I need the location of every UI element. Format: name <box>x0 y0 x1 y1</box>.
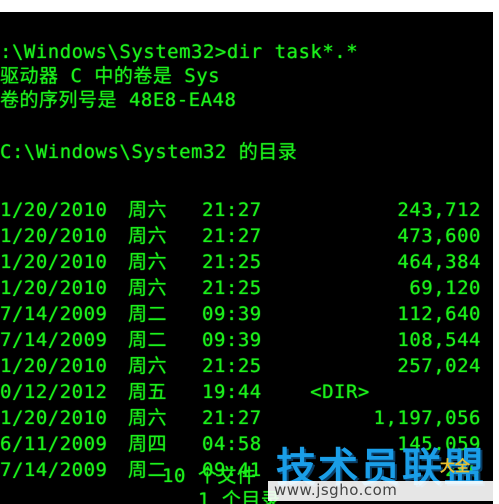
entry-date: 1/20/2010 <box>0 277 108 299</box>
entry-date: 7/14/2009 <box>0 459 108 481</box>
command-prompt-window[interactable]: :\Windows\System32>dir task*.* 驱动器 C 中的卷… <box>0 12 493 504</box>
entry-date: 1/20/2010 <box>0 407 108 429</box>
volume-label-line: 驱动器 C 中的卷是 Sys <box>0 65 221 87</box>
listing-row: 1/20/2010 周六 21:27 1,197,056 <box>0 406 493 430</box>
site-watermark: 技术员联盟 大全 www.jsgho.com <box>268 433 499 504</box>
entry-size: 473,600 <box>397 225 481 247</box>
entry-date: 6/11/2009 <box>0 433 108 455</box>
entry-weekday: 周四 <box>128 433 168 455</box>
entry-time: 21:25 <box>202 355 262 377</box>
entry-size: 243,712 <box>397 199 481 221</box>
entry-time: 04:58 <box>202 433 262 455</box>
listing-row: 1/20/2010 周六 21:25 464,384 <box>0 250 493 274</box>
entry-time: 21:25 <box>202 277 262 299</box>
entry-dir-marker: <DIR> <box>310 381 370 403</box>
file-count-summary: 10 个文件 <box>162 465 257 487</box>
entry-weekday: 周五 <box>128 381 168 403</box>
listing-row: 7/14/2009 周二 09:39 112,640 <box>0 302 493 326</box>
entry-weekday: 周六 <box>128 251 168 273</box>
watermark-subtitle: 大全 <box>440 457 471 475</box>
command-line: :\Windows\System32>dir task*.* <box>0 41 359 63</box>
entry-date: 1/20/2010 <box>0 199 108 221</box>
entry-date: 0/12/2012 <box>0 381 108 403</box>
entry-size: 108,544 <box>397 329 481 351</box>
entry-time: 09:39 <box>202 303 262 325</box>
entry-weekday: 周二 <box>128 303 168 325</box>
entry-weekday: 周六 <box>128 277 168 299</box>
watermark-url: www.jsgho.com <box>268 481 499 501</box>
entry-date: 7/14/2009 <box>0 329 108 351</box>
entry-date: 7/14/2009 <box>0 303 108 325</box>
entry-time: 19:44 <box>202 381 262 403</box>
listing-row: 1/20/2010 周六 21:27 243,712 <box>0 198 493 222</box>
entry-size: 69,120 <box>409 277 481 299</box>
entry-weekday: 周六 <box>128 407 168 429</box>
entry-date: 1/20/2010 <box>0 225 108 247</box>
listing-row: 1/20/2010 周六 21:27 473,600 <box>0 224 493 248</box>
entry-date: 1/20/2010 <box>0 251 108 273</box>
listing-row: 1/20/2010 周六 21:25 69,120 <box>0 276 493 300</box>
listing-row: 0/12/2012 周五 19:44 <DIR> <box>0 380 493 404</box>
entry-size: 1,197,056 <box>373 407 481 429</box>
entry-size: 464,384 <box>397 251 481 273</box>
entry-size: 112,640 <box>397 303 481 325</box>
entry-time: 21:27 <box>202 199 262 221</box>
entry-weekday: 周六 <box>128 355 168 377</box>
entry-weekday: 周六 <box>128 199 168 221</box>
entry-time: 09:39 <box>202 329 262 351</box>
entry-time: 21:25 <box>202 251 262 273</box>
entry-time: 21:27 <box>202 407 262 429</box>
entry-weekday: 周六 <box>128 225 168 247</box>
entry-time: 21:27 <box>202 225 262 247</box>
directory-heading-line: C:\Windows\System32 的目录 <box>0 141 298 163</box>
volume-serial-line: 卷的序列号是 48E8-EA48 <box>0 89 237 111</box>
listing-row: 1/20/2010 周六 21:25 257,024 <box>0 354 493 378</box>
entry-weekday: 周二 <box>128 329 168 351</box>
listing-row: 7/14/2009 周二 09:39 108,544 <box>0 328 493 352</box>
entry-date: 1/20/2010 <box>0 355 108 377</box>
entry-size: 257,024 <box>397 355 481 377</box>
